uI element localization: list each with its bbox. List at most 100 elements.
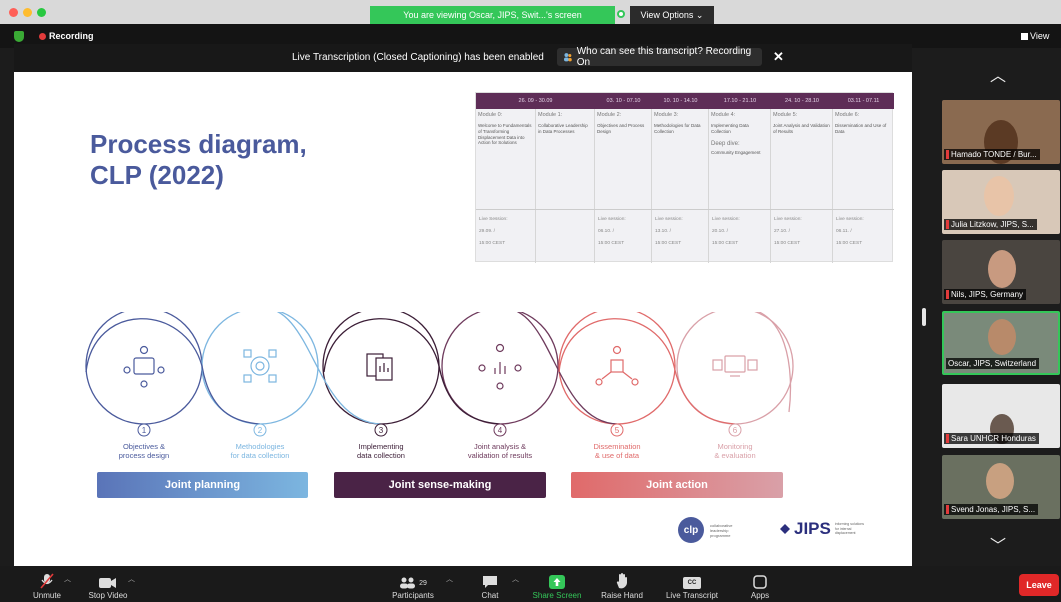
who-can-see-label: Who can see this transcript? Recording O… xyxy=(576,46,752,68)
step-label-line: Methodologies xyxy=(235,442,285,451)
muted-mic-icon xyxy=(946,290,949,299)
clp-logo-mark: clp xyxy=(678,517,704,543)
chat-options-caret[interactable]: ︿ xyxy=(512,574,519,584)
shared-screen-slide: Process diagram, CLP (2022) 26. 09 - 30.… xyxy=(14,72,912,566)
step-label-line: & evaluation xyxy=(714,451,756,460)
close-transcript-banner-button[interactable]: ✕ xyxy=(773,49,784,65)
step-label-2: Methodologies for data collection xyxy=(200,442,320,460)
step-label-line: Dissemination xyxy=(593,442,641,451)
module-name: Module 3: xyxy=(654,112,679,118)
step-label-line: & use of data xyxy=(594,451,640,460)
module-name: Module 2: xyxy=(597,112,622,118)
session-date: 06.11. / xyxy=(836,229,852,234)
chat-button[interactable]: Chat xyxy=(470,566,510,602)
share-screen-button[interactable]: Share Screen xyxy=(527,566,587,602)
participant-tile[interactable]: Julia Litzkow, JIPS, S... xyxy=(942,170,1060,234)
participant-tile[interactable]: Svend Jonas, JIPS, S... xyxy=(942,455,1060,519)
apps-button[interactable]: Apps xyxy=(740,566,780,602)
participant-tile[interactable]: Sara UNHCR Honduras xyxy=(942,384,1060,448)
step-5-icon xyxy=(595,345,639,386)
participant-name-tag: Julia Litzkow, JIPS, S... xyxy=(944,219,1037,230)
step-label-line: Monitoring xyxy=(717,442,753,451)
chat-bubble-icon xyxy=(482,575,498,589)
viewing-screen-banner: You are viewing Oscar, JIPS, Swit...'s s… xyxy=(370,6,615,24)
schedule-session-row: Live Session: 29.09. / 15:00 CEST Live ses… xyxy=(476,209,894,263)
step-number: 6 xyxy=(733,426,738,435)
process-diagram: 1 2 3 4 5 6 Objectives & process design M… xyxy=(14,307,912,512)
step-number: 2 xyxy=(258,426,263,435)
module-name: Module 0: xyxy=(478,112,503,118)
live-transcript-button[interactable]: CC Live Transcript xyxy=(657,566,727,602)
stop-video-label: Stop Video xyxy=(88,591,128,600)
sidebar-resize-handle[interactable] xyxy=(922,308,926,326)
leave-meeting-button[interactable]: Leave xyxy=(1019,574,1059,596)
participant-tile[interactable]: Hamado TONDE / Bur... xyxy=(942,100,1060,164)
view-button[interactable]: View xyxy=(1030,31,1049,41)
live-transcript-label: Live Transcript xyxy=(665,591,719,600)
participants-button[interactable]: 29 Participants xyxy=(383,566,443,602)
who-can-see-transcript-button[interactable]: Who can see this transcript? Recording O… xyxy=(557,46,762,68)
unmute-button[interactable]: Unmute xyxy=(22,566,72,602)
step-label-6: Monitoring & evaluation xyxy=(675,442,795,460)
step-number: 4 xyxy=(498,426,503,435)
minimize-window-button[interactable] xyxy=(23,8,32,17)
view-options-button[interactable]: View Options ⌄ xyxy=(630,6,714,24)
session-cell: Live session: 06.11. / 15:00 CEST xyxy=(836,214,864,250)
participant-name: Nils, JIPS, Germany xyxy=(951,290,1024,299)
session-cell: Live session: 06.10. / 15:00 CEST xyxy=(598,214,626,250)
step-6-icon xyxy=(712,355,758,377)
scroll-down-button[interactable]: ﹀ xyxy=(990,532,1006,556)
participant-name: Oscar, JIPS, Switzerland xyxy=(948,359,1037,368)
session-time: 15:00 CEST xyxy=(479,241,506,246)
view-grid-icon xyxy=(1021,33,1028,40)
step-label-line: Implementing xyxy=(358,442,404,451)
step-label-line: data collection xyxy=(357,451,405,460)
participant-tile[interactable]: Nils, JIPS, Germany xyxy=(942,240,1060,304)
step-5-ring xyxy=(558,307,676,425)
module-desc: Dissemination and Use of Data xyxy=(835,123,887,134)
people-icon xyxy=(563,53,572,62)
schedule-header-row: 26. 09 - 30.09 03. 10 - 07.10 10. 10 - 1… xyxy=(476,93,894,109)
close-window-button[interactable] xyxy=(9,8,18,17)
session-label: Live session: xyxy=(598,217,626,222)
maximize-window-button[interactable] xyxy=(37,8,46,17)
module-name: Module 4: xyxy=(711,112,736,118)
phase-joint-planning: Joint planning xyxy=(97,472,308,498)
step-number: 1 xyxy=(142,426,147,435)
session-date: 29.09. / xyxy=(479,229,496,234)
scroll-up-button[interactable]: ︿ xyxy=(990,62,1006,86)
apps-icon xyxy=(753,575,767,589)
stop-video-button[interactable]: Stop Video xyxy=(82,566,134,602)
muted-mic-icon xyxy=(946,220,949,229)
jips-logo-text: JIPS xyxy=(794,519,831,538)
session-label: Live session: xyxy=(655,217,683,222)
security-shield-icon[interactable] xyxy=(14,31,24,42)
module-desc: Methodologies for Data Collection xyxy=(654,123,701,134)
arrow-3-4 xyxy=(323,318,501,425)
raise-hand-button[interactable]: Raise Hand xyxy=(596,566,648,602)
session-time: 15:00 CEST xyxy=(598,241,625,246)
session-cell: Live session: 13.10. / 15:00 CEST xyxy=(655,214,683,250)
slide-title: Process diagram, CLP (2022) xyxy=(90,129,307,190)
participants-options-caret[interactable]: ︿ xyxy=(446,574,453,584)
step-3-icon xyxy=(366,353,393,381)
schedule-header-cell: 10. 10 - 14.10 xyxy=(663,98,698,104)
step-number: 3 xyxy=(379,426,384,435)
step-label-5: Dissemination & use of data xyxy=(557,442,677,460)
session-time: 15:00 CEST xyxy=(836,241,863,246)
step-label-1: Objectives & process design xyxy=(84,442,204,460)
audio-options-caret[interactable]: ︿ xyxy=(64,574,71,584)
phase-joint-action: Joint action xyxy=(571,472,783,498)
participant-tile-active-speaker[interactable]: Oscar, JIPS, Switzerland xyxy=(942,311,1060,375)
chat-label: Chat xyxy=(481,591,499,600)
share-screen-label: Share Screen xyxy=(532,591,582,600)
recording-dot-icon xyxy=(39,33,46,40)
recording-label[interactable]: Recording xyxy=(49,31,94,41)
participants-icon-group: 29 xyxy=(399,577,427,589)
video-options-caret[interactable]: ︿ xyxy=(128,574,135,584)
module-desc: Objectives and Process Design xyxy=(597,123,645,134)
schedule-header-cell: 03. 10 - 07.10 xyxy=(606,98,641,104)
participant-video xyxy=(984,176,1014,216)
viewing-screen-text: You are viewing Oscar, JIPS, Swit...'s s… xyxy=(403,10,582,20)
participant-video xyxy=(986,463,1014,499)
